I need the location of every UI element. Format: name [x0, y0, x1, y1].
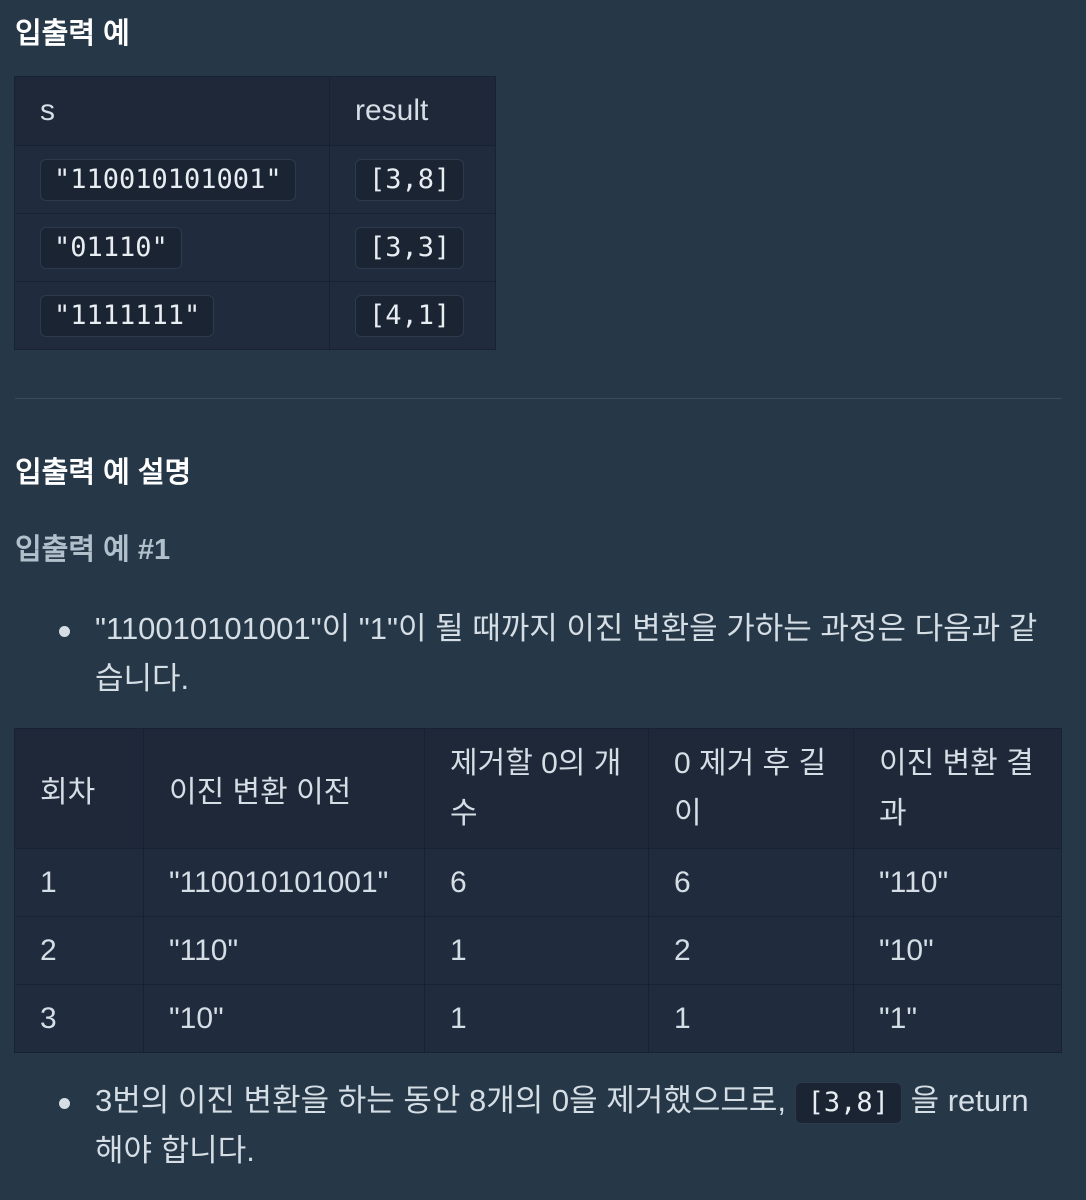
- bullet-list: "110010101001"이 "1"이 될 때까지 이진 변환을 가하는 과정…: [0, 604, 1086, 704]
- example-1-heading: 입출력 예 #1: [15, 534, 171, 566]
- conversion-steps-table: 회차 이진 변환 이전 제거할 0의 개수 0 제거 후 길이 이진 변환 결과…: [14, 728, 1062, 1053]
- header-result: 이진 변환 결과: [853, 728, 1062, 849]
- bullet-text-before: 3번의 이진 변환을 하는 동안 8개의 0을 제거했으므로,: [95, 1083, 787, 1118]
- cell: 6: [424, 848, 649, 917]
- bullet-dot: [59, 1098, 70, 1109]
- code-value: "1111111": [40, 294, 215, 337]
- cell-s: "1111111": [14, 281, 330, 350]
- bullet-dot: [59, 626, 70, 637]
- problem-page: 입출력 예 s result "110010101001" [3,8] "011…: [0, 0, 1086, 1200]
- cell-result: [3,8]: [329, 145, 496, 214]
- cell: 1: [14, 848, 144, 917]
- table-row: "1111111" [4,1]: [14, 281, 496, 350]
- cell: 1: [424, 916, 649, 985]
- io-explanation-heading: 입출력 예 설명: [15, 457, 192, 489]
- cell: 2: [14, 916, 144, 985]
- io-example-heading: 입출력 예: [15, 18, 130, 50]
- cell: "110": [143, 916, 425, 985]
- header-before: 이진 변환 이전: [143, 728, 425, 849]
- code-value: [3,3]: [355, 226, 465, 269]
- cell: "110010101001": [143, 848, 425, 917]
- cell-result: [3,3]: [329, 213, 496, 282]
- table-row: "110010101001" [3,8]: [14, 145, 496, 214]
- cell: "1": [853, 984, 1062, 1053]
- table-row: 1 "110010101001" 6 6 "110": [14, 848, 1062, 917]
- cell: "10": [143, 984, 425, 1053]
- cell: 1: [648, 984, 854, 1053]
- io-example-table: s result "110010101001" [3,8] "01110" [3…: [14, 76, 496, 350]
- cell: "110": [853, 848, 1062, 917]
- bullet-text: "110010101001"이 "1"이 될 때까지 이진 변환을 가하는 과정…: [95, 611, 1038, 696]
- table-row: "01110" [3,3]: [14, 213, 496, 282]
- table-row: 2 "110" 1 2 "10": [14, 916, 1062, 985]
- cell-result: [4,1]: [329, 281, 496, 350]
- cell: 1: [424, 984, 649, 1053]
- inline-code: [3,8]: [794, 1081, 902, 1124]
- list-item: "110010101001"이 "1"이 될 때까지 이진 변환을 가하는 과정…: [0, 604, 1086, 704]
- code-value: "01110": [40, 226, 182, 269]
- header-result: result: [329, 76, 496, 146]
- cell-s: "110010101001": [14, 145, 330, 214]
- cell-s: "01110": [14, 213, 330, 282]
- header-length-after: 0 제거 후 길이: [648, 728, 854, 849]
- header-s: s: [14, 76, 330, 146]
- header-zeros-removed: 제거할 0의 개수: [424, 728, 649, 849]
- code-value: [3,8]: [355, 158, 465, 201]
- cell: 2: [648, 916, 854, 985]
- table-header-row: s result: [14, 76, 496, 146]
- cell: "10": [853, 916, 1062, 985]
- code-value: "110010101001": [40, 158, 296, 201]
- list-item: 3번의 이진 변환을 하는 동안 8개의 0을 제거했으므로, [3,8] 을 …: [0, 1076, 1086, 1176]
- header-round: 회차: [14, 728, 144, 849]
- section-divider: [15, 398, 1062, 399]
- table-header-row: 회차 이진 변환 이전 제거할 0의 개수 0 제거 후 길이 이진 변환 결과: [14, 728, 1062, 849]
- bullet-list: 3번의 이진 변환을 하는 동안 8개의 0을 제거했으므로, [3,8] 을 …: [0, 1076, 1086, 1176]
- cell: 3: [14, 984, 144, 1053]
- table-row: 3 "10" 1 1 "1": [14, 984, 1062, 1053]
- cell: 6: [648, 848, 854, 917]
- code-value: [4,1]: [355, 294, 465, 337]
